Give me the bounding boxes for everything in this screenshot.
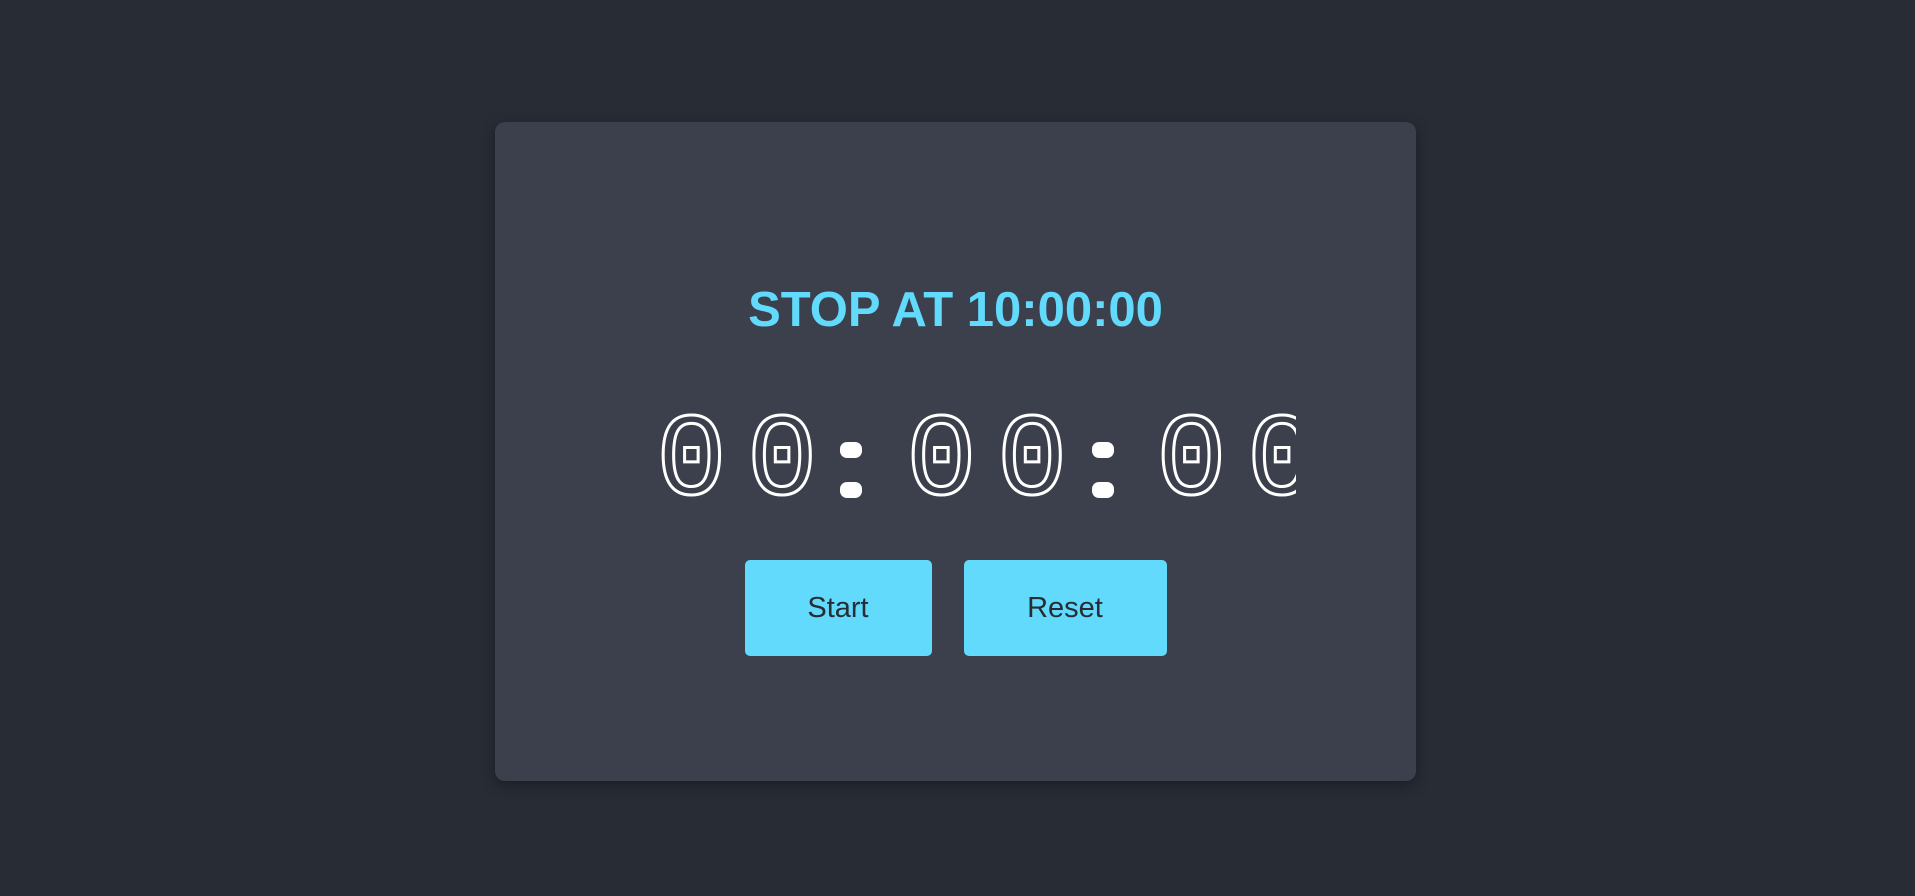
timer-display: 00 00 00 bbox=[495, 378, 1416, 509]
separator-dot bbox=[1091, 482, 1114, 498]
controls: Start Reset bbox=[495, 560, 1416, 656]
digits-display: 00 00 00 bbox=[654, 396, 1296, 509]
minutes-value: 00 bbox=[906, 397, 1088, 508]
separator-dot bbox=[839, 442, 862, 458]
hours-value: 00 bbox=[656, 397, 838, 508]
start-button[interactable]: Start bbox=[744, 560, 932, 656]
separator-dot bbox=[839, 482, 862, 498]
stop-at-title: STOP AT 10:00:00 bbox=[748, 283, 1163, 337]
separator-dot bbox=[1091, 442, 1114, 458]
reset-button[interactable]: Reset bbox=[963, 560, 1167, 656]
stopwatch-card: STOP AT 10:00:00 00 00 00 Start Reset bbox=[495, 122, 1416, 781]
seconds-value: 00 bbox=[1156, 397, 1296, 508]
app-root: STOP AT 10:00:00 00 00 00 Start Reset bbox=[0, 0, 1915, 896]
